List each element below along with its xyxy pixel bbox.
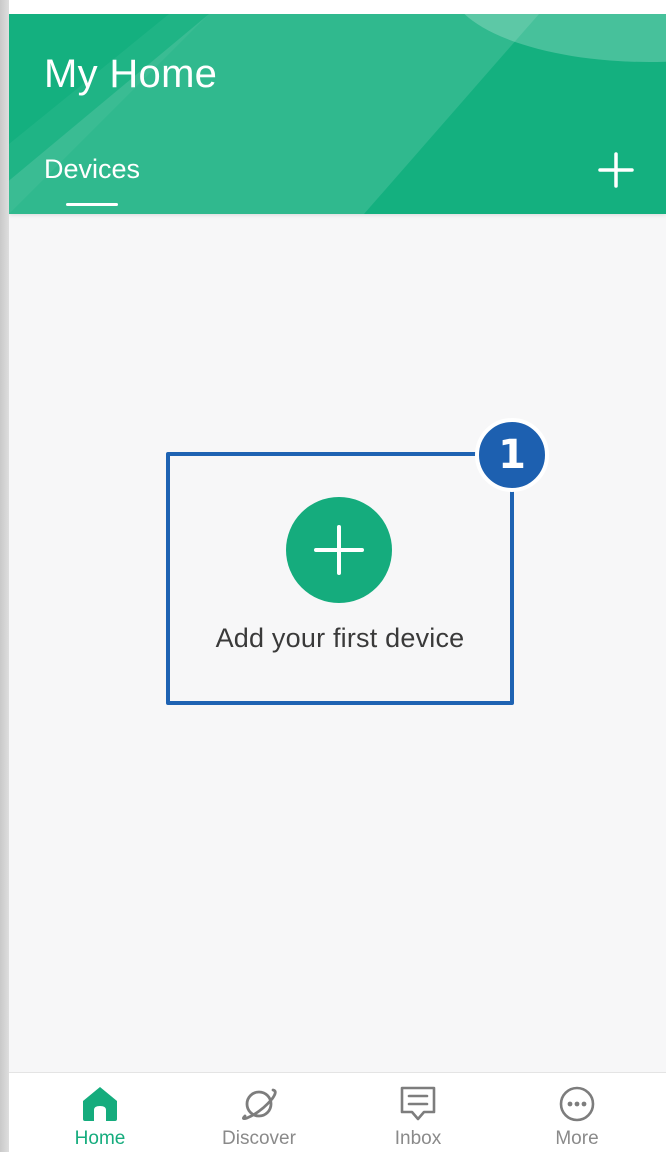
bottom-navigation: Home Discover Inbox More xyxy=(9,1072,666,1152)
nav-inbox[interactable]: Inbox xyxy=(353,1073,483,1152)
nav-more-label: More xyxy=(555,1128,599,1149)
nav-more[interactable]: More xyxy=(512,1073,642,1152)
top-strip xyxy=(9,0,666,14)
app-screen: My Home Devices Add your first device 1 xyxy=(9,14,666,1152)
add-first-device-label[interactable]: Add your first device xyxy=(170,621,510,655)
add-device-header-button[interactable] xyxy=(594,148,638,192)
add-first-device-button[interactable] xyxy=(286,497,392,603)
window-edge-shadow xyxy=(0,0,9,1152)
page-title: My Home xyxy=(44,52,218,96)
callout-number-badge: 1 xyxy=(475,418,549,492)
app-frame: My Home Devices Add your first device 1 xyxy=(0,0,666,1152)
plus-icon xyxy=(598,152,634,188)
nav-discover[interactable]: Discover xyxy=(194,1073,324,1152)
nav-home-label: Home xyxy=(74,1128,126,1149)
nav-discover-label: Discover xyxy=(222,1128,296,1149)
tab-devices[interactable]: Devices xyxy=(44,152,140,186)
nav-inbox-label: Inbox xyxy=(394,1128,442,1149)
more-dots-icon xyxy=(559,1086,595,1122)
header-bar: My Home Devices xyxy=(9,14,666,214)
planet-icon xyxy=(242,1088,277,1121)
home-icon xyxy=(83,1087,117,1121)
tab-active-indicator xyxy=(66,203,118,206)
plus-icon xyxy=(314,525,364,575)
message-icon xyxy=(400,1086,436,1121)
nav-home[interactable]: Home xyxy=(35,1073,165,1152)
